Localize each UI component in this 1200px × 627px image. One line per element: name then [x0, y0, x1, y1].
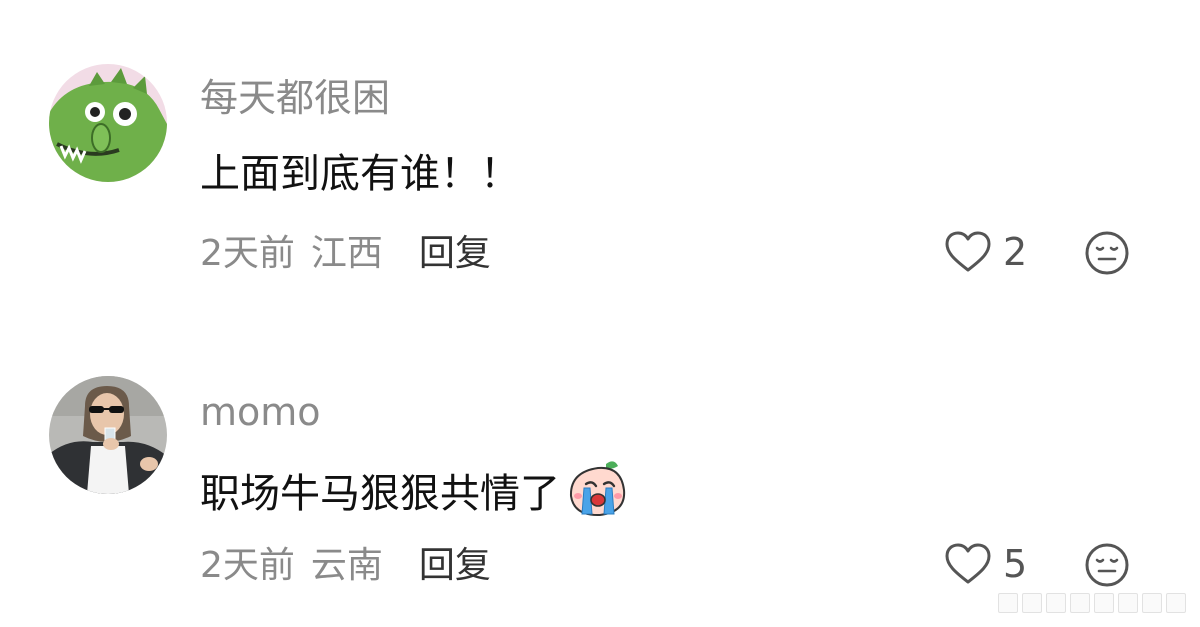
meh-face-icon: [1085, 231, 1129, 275]
woman-sunglasses-photo-avatar-icon: [49, 376, 167, 494]
react-button[interactable]: [1084, 542, 1130, 588]
watermark: [998, 593, 1186, 613]
heart-outline-icon: [945, 543, 991, 584]
comment-text: 上面到底有谁！！: [200, 150, 520, 198]
like-button[interactable]: 5: [945, 542, 1027, 586]
comment-location: 江西: [310, 233, 383, 274]
watermark-box: [1070, 593, 1090, 613]
comment-text-body: 上面到底有谁！！: [200, 151, 520, 197]
like-button[interactable]: 2: [945, 230, 1027, 274]
comment-text: 职场牛马狠狠共情了: [200, 458, 628, 529]
watermark-box: [1046, 593, 1066, 613]
comment-text-body: 职场牛马狠狠共情了: [200, 470, 560, 517]
reply-button[interactable]: 回复: [419, 232, 491, 276]
heart-outline-icon: [945, 231, 991, 272]
comment-item: momo 职场牛马狠狠共情了 2天前 云南 回复 5: [0, 310, 1200, 587]
username[interactable]: momo: [200, 390, 321, 434]
green-dinosaur-avatar-icon: [49, 64, 167, 182]
meh-face-icon: [1085, 543, 1129, 587]
comment-time: 2天前: [200, 545, 295, 586]
comment-meta: 2天前 云南 回复: [200, 544, 491, 588]
crying-peach-emoji-icon: [566, 458, 628, 529]
reply-button[interactable]: 回复: [419, 544, 491, 588]
like-count: 5: [1003, 542, 1028, 586]
comment-location: 云南: [310, 545, 383, 586]
avatar[interactable]: [49, 64, 167, 182]
react-button[interactable]: [1084, 230, 1130, 276]
watermark-box: [1022, 593, 1042, 613]
comment-meta: 2天前 江西 回复: [200, 232, 491, 276]
comment-time: 2天前: [200, 233, 295, 274]
watermark-box: [998, 593, 1018, 613]
watermark-box: [1142, 593, 1162, 613]
like-count: 2: [1003, 230, 1028, 274]
username[interactable]: 每天都很困: [200, 76, 390, 120]
watermark-box: [1094, 593, 1114, 613]
watermark-box: [1166, 593, 1186, 613]
watermark-box: [1118, 593, 1138, 613]
avatar[interactable]: [49, 376, 167, 494]
comment-item: 每天都很困 上面到底有谁！！ 2天前 江西 回复 2: [0, 0, 1200, 275]
